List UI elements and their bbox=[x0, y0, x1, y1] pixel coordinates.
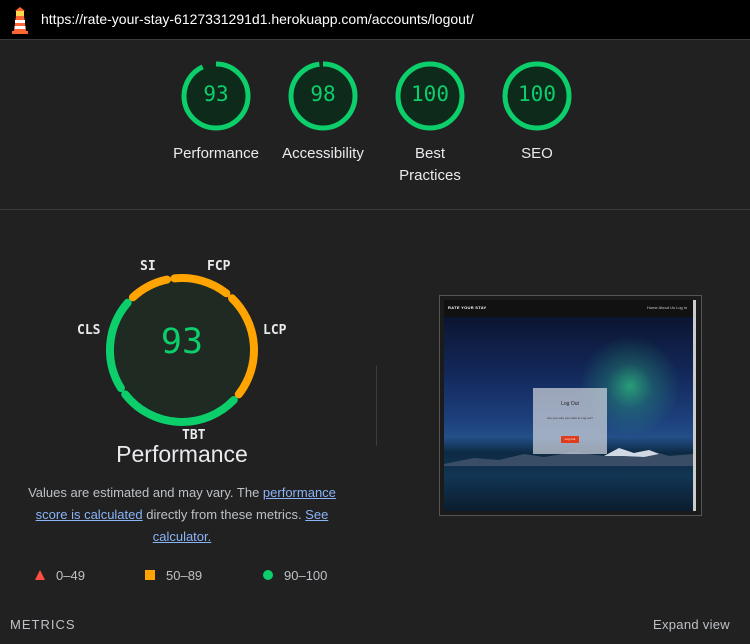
gauge-performance[interactable]: 93 Performance bbox=[161, 60, 271, 165]
final-screenshot[interactable]: RATE YOUR STAY Home About Us Log in Log … bbox=[439, 295, 702, 516]
gauge-score: 100 bbox=[411, 82, 449, 106]
gauge-best-practices[interactable]: 100 Best Practices bbox=[375, 60, 485, 187]
legend-range: 50–89 bbox=[166, 568, 203, 583]
performance-score: 93 bbox=[160, 322, 204, 362]
legend-fail: 0–49 bbox=[34, 568, 85, 583]
screenshot-navbar: RATE YOUR STAY Home About Us Log in bbox=[444, 300, 693, 317]
gauge-label: Best Practices bbox=[399, 145, 461, 184]
performance-title: Performance bbox=[116, 441, 248, 467]
circle-icon bbox=[263, 570, 273, 580]
legend-range: 0–49 bbox=[56, 568, 85, 583]
logout-card-button: Log Out bbox=[561, 436, 579, 443]
screenshot-brand: RATE YOUR STAY bbox=[448, 305, 487, 310]
logout-card: Log Out Are you sure you want to Log out… bbox=[533, 388, 607, 454]
triangle-icon bbox=[35, 570, 45, 580]
gauge-score: 93 bbox=[203, 82, 229, 106]
gauge-label: Performance bbox=[173, 145, 259, 162]
legend-pass: 90–100 bbox=[262, 568, 327, 583]
gauge-score: 100 bbox=[518, 82, 556, 106]
si-label: SI bbox=[140, 259, 156, 274]
cls-label: CLS bbox=[77, 323, 101, 338]
lcp-label: LCP bbox=[263, 323, 287, 338]
fcp-label: FCP bbox=[207, 259, 231, 274]
logout-card-title: Log Out bbox=[561, 401, 579, 407]
square-icon bbox=[145, 570, 155, 580]
score-description: Values are estimated and may vary. The p… bbox=[20, 482, 344, 548]
lighthouse-icon bbox=[12, 7, 28, 34]
legend-range: 90–100 bbox=[284, 568, 328, 583]
desc-text: Values are estimated and may vary. The bbox=[28, 485, 263, 500]
vertical-divider bbox=[376, 366, 377, 446]
page-url: https://rate-your-stay-6127331291d1.hero… bbox=[41, 11, 474, 27]
legend-average: 50–89 bbox=[144, 568, 202, 583]
gauge-label: SEO bbox=[521, 145, 553, 162]
screenshot-scrollbar bbox=[693, 300, 696, 511]
category-gauges: 93 Performance 98 Accessibility 100 Best… bbox=[0, 40, 750, 208]
desc-text: directly from these metrics. bbox=[142, 507, 306, 522]
expand-view-button[interactable]: Expand view bbox=[653, 617, 730, 632]
top-bar: https://rate-your-stay-6127331291d1.hero… bbox=[0, 0, 750, 40]
screenshot-nav-links: Home About Us Log in bbox=[646, 305, 687, 310]
gauge-seo[interactable]: 100 SEO bbox=[482, 60, 592, 165]
logout-card-text: Are you sure you want to Log out? bbox=[547, 416, 593, 420]
gauge-accessibility[interactable]: 98 Accessibility bbox=[268, 60, 378, 165]
metrics-heading: METRICS bbox=[10, 617, 76, 632]
section-divider bbox=[0, 209, 750, 210]
gauge-score: 98 bbox=[310, 82, 336, 106]
gauge-label: Accessibility bbox=[282, 145, 364, 162]
